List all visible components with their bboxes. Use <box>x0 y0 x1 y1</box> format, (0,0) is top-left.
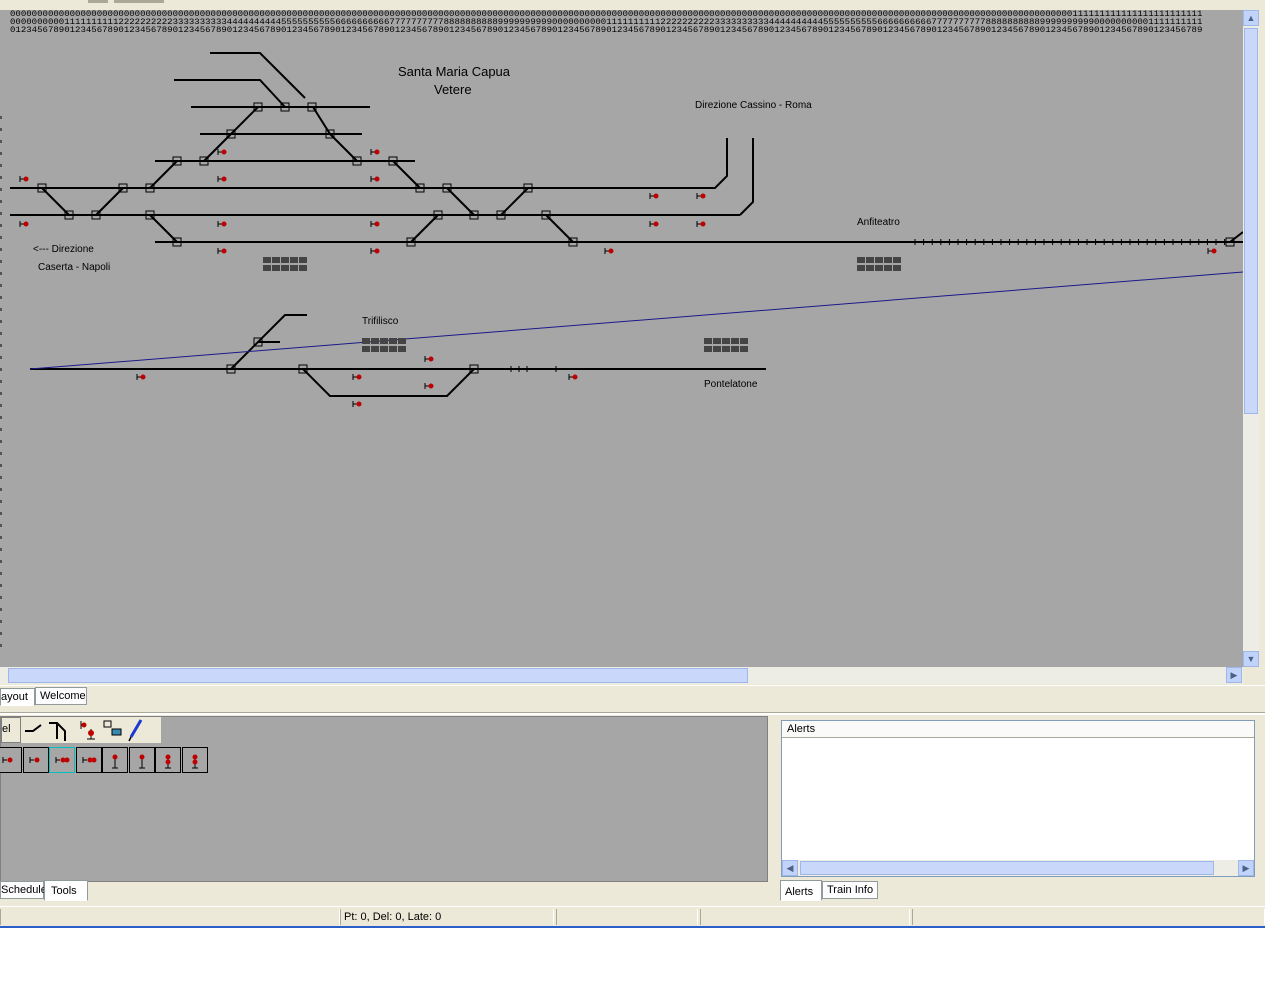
tab-schedule[interactable]: Schedule <box>0 881 47 899</box>
scroll-right-button[interactable]: ▶ <box>1226 667 1242 683</box>
points[interactable] <box>37 102 1235 374</box>
label-anfiteatro: Anfiteatro <box>857 217 900 228</box>
vertical-scrollbar[interactable]: ▲ ▼ <box>1243 10 1259 667</box>
signal-6-icon[interactable] <box>128 747 155 773</box>
signal[interactable] <box>352 374 362 380</box>
tools-toolbar: el <box>1 717 161 743</box>
signal[interactable] <box>696 221 706 227</box>
signal-5-icon[interactable] <box>102 747 128 773</box>
label-caserta: Caserta - Napoli <box>38 262 111 273</box>
tool-label-button[interactable]: el <box>1 717 21 743</box>
signal-icon[interactable] <box>73 717 99 743</box>
alerts-scroll-thumb[interactable] <box>800 861 1214 875</box>
ruler-row: 0123456789012345678901234567890123456789… <box>10 26 1203 35</box>
tab-train-info[interactable]: Train Info <box>822 881 878 899</box>
status-bar: Pt: 0, Del: 0, Late: 0 <box>0 906 1265 927</box>
status-panel-5 <box>912 909 1265 925</box>
status-panel-3 <box>556 909 698 925</box>
platform <box>362 338 406 352</box>
signal[interactable] <box>370 221 380 227</box>
signal[interactable] <box>217 149 227 155</box>
signal[interactable] <box>19 176 29 182</box>
layout-tabs: ayout Welcome <box>0 685 1265 707</box>
pencil-icon[interactable] <box>125 717 151 743</box>
signal[interactable] <box>370 248 380 254</box>
status-counts: Pt: 0, Del: 0, Late: 0 <box>340 909 554 925</box>
junction-track-icon[interactable] <box>47 717 73 743</box>
signal[interactable] <box>136 374 146 380</box>
layout-canvas[interactable]: 0000000000000000000000000000000000000000… <box>0 10 1243 667</box>
track-layout[interactable] <box>0 36 1243 667</box>
signal[interactable] <box>370 149 380 155</box>
alerts-horizontal-scrollbar[interactable]: ◀ ▶ <box>782 860 1254 876</box>
label-cassino: Direzione Cassino - Roma <box>695 100 812 111</box>
status-panel-1 <box>0 909 340 925</box>
signal-4-icon[interactable] <box>75 747 102 773</box>
taskbar-edge <box>0 926 1265 928</box>
splitter[interactable] <box>0 712 1265 715</box>
horizontal-ruler: 0000000000000000000000000000000000000000… <box>10 10 1203 35</box>
panel-tabs-right: Alerts Train Info <box>778 880 1260 902</box>
signal-2-icon[interactable] <box>22 747 49 773</box>
horizontal-scrollbar[interactable]: ▶ <box>0 667 1243 684</box>
tab-welcome[interactable]: Welcome <box>35 687 87 705</box>
tab-tools[interactable]: Tools <box>44 880 88 901</box>
platform <box>704 338 748 352</box>
straight-track-icon[interactable] <box>21 717 47 743</box>
alerts-column-header[interactable]: Alerts <box>782 721 1254 738</box>
signal[interactable] <box>19 221 29 227</box>
label-trifilisco: Trifilisco <box>362 316 399 327</box>
alerts-panel: Alerts ◀ ▶ <box>778 716 1260 881</box>
route-line <box>29 271 1243 370</box>
signal[interactable] <box>424 356 434 362</box>
alerts-scroll-right-button[interactable]: ▶ <box>1238 860 1254 876</box>
signal-8-icon[interactable] <box>181 747 208 773</box>
platform <box>857 257 901 271</box>
signal[interactable] <box>649 193 659 199</box>
signal-7-icon[interactable] <box>155 747 181 773</box>
horizontal-scroll-thumb[interactable] <box>8 668 748 683</box>
platforms <box>263 257 901 352</box>
alerts-list[interactable]: Alerts <box>781 720 1255 877</box>
tab-alerts[interactable]: Alerts <box>780 880 822 901</box>
label-pontelatone: Pontelatone <box>704 379 758 390</box>
tracks <box>10 52 1243 397</box>
signal-1-icon[interactable] <box>0 747 22 773</box>
signal[interactable] <box>217 248 227 254</box>
location-icon[interactable] <box>99 717 125 743</box>
panel-tabs-left: Schedule Tools <box>0 880 770 902</box>
signal[interactable] <box>1207 248 1217 254</box>
scroll-up-button[interactable]: ▲ <box>1243 10 1259 26</box>
signal[interactable] <box>568 374 578 380</box>
tool-label-text: el <box>2 723 11 735</box>
station-title-line2: Vetere <box>434 82 472 97</box>
alerts-scroll-left-button[interactable]: ◀ <box>782 860 798 876</box>
signal[interactable] <box>604 248 614 254</box>
platform <box>263 257 307 271</box>
signal[interactable] <box>217 176 227 182</box>
scroll-down-button[interactable]: ▼ <box>1243 651 1259 667</box>
vertical-scroll-thumb[interactable] <box>1244 28 1258 414</box>
signal-3-icon[interactable] <box>49 747 75 773</box>
application-window: 0000000000000000000000000000000000000000… <box>0 0 1265 928</box>
top-edge <box>0 0 1265 10</box>
label-direzione: <--- Direzione <box>33 244 94 255</box>
tools-panel: el <box>0 716 768 882</box>
signal[interactable] <box>217 221 227 227</box>
tab-layout[interactable]: ayout <box>0 688 35 706</box>
signal[interactable] <box>424 383 434 389</box>
signal[interactable] <box>649 221 659 227</box>
signal[interactable] <box>370 176 380 182</box>
status-panel-4 <box>700 909 910 925</box>
signal[interactable] <box>352 401 362 407</box>
signal[interactable] <box>696 193 706 199</box>
station-title-line1: Santa Maria Capua <box>398 64 511 79</box>
